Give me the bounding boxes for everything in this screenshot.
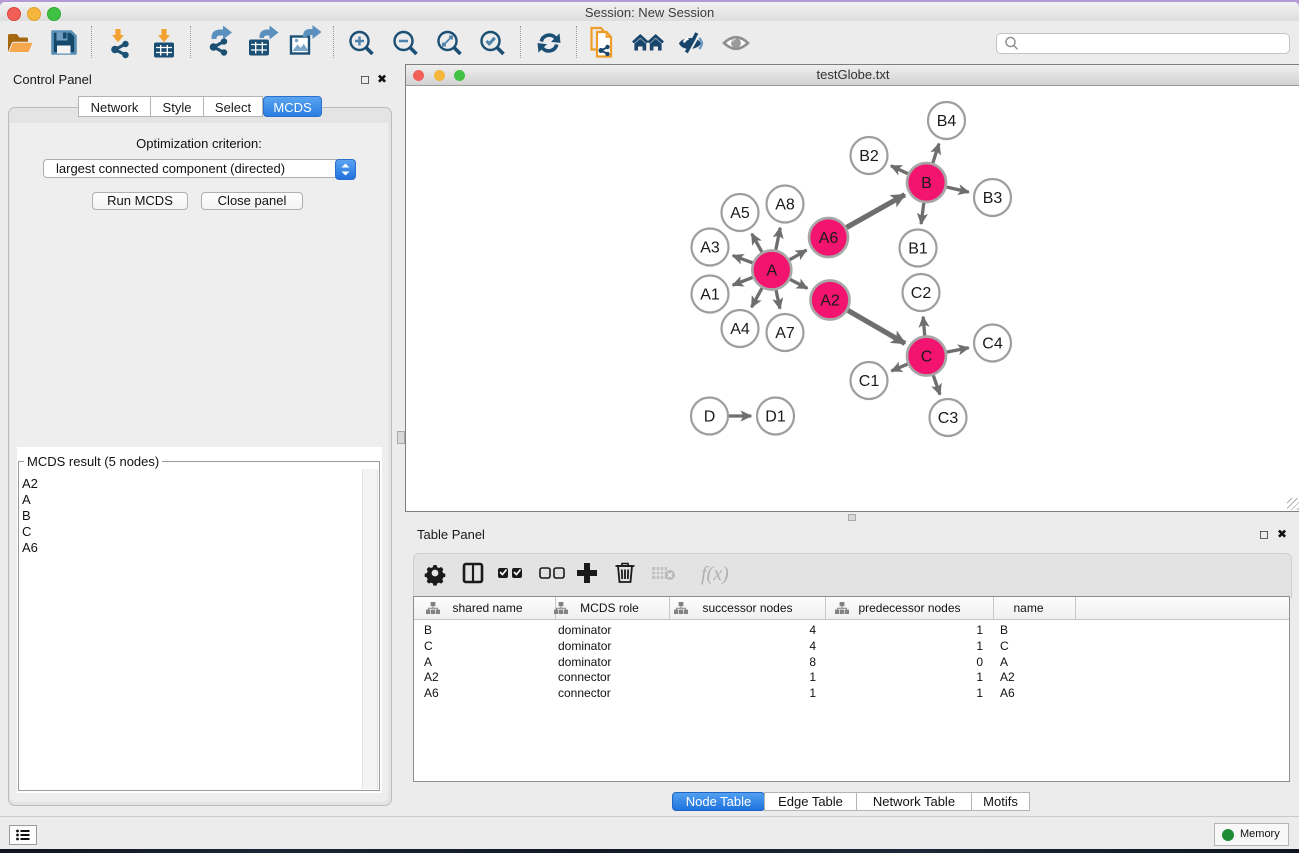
svg-text:A1: A1 [700,287,720,304]
svg-text:A: A [766,263,777,280]
svg-text:C1: C1 [859,373,880,390]
svg-text:C3: C3 [938,410,959,427]
svg-text:C4: C4 [982,336,1003,353]
svg-text:B2: B2 [859,148,879,165]
svg-text:A6: A6 [819,230,839,247]
svg-text:A3: A3 [700,240,720,257]
svg-text:A8: A8 [775,197,795,214]
svg-text:A2: A2 [820,293,840,310]
svg-text:B3: B3 [983,190,1003,207]
svg-text:B1: B1 [908,241,928,258]
svg-text:C: C [921,349,933,366]
svg-text:C2: C2 [911,285,932,302]
svg-text:D1: D1 [765,409,786,426]
svg-text:A7: A7 [775,325,795,342]
svg-text:D: D [704,409,716,426]
svg-text:A5: A5 [730,205,750,222]
svg-text:B4: B4 [937,113,957,130]
svg-text:B: B [921,175,932,192]
svg-text:A4: A4 [730,321,750,338]
svg-text:f(x): f(x) [701,563,729,585]
